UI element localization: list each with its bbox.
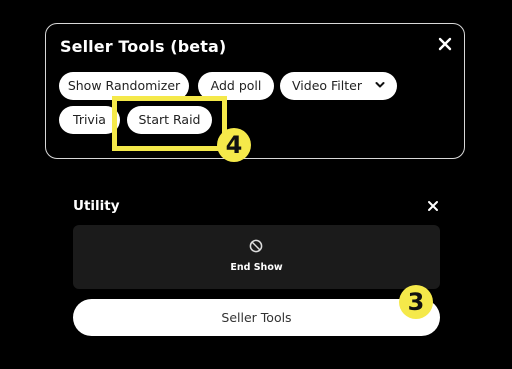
seller-tools-button[interactable]: Seller Tools [73,299,440,336]
trivia-label: Trivia [73,112,106,127]
close-icon[interactable] [427,200,439,212]
chevron-down-icon [375,81,385,87]
show-randomizer-label: Show Randomizer [67,78,181,93]
seller-tools-button-label: Seller Tools [221,310,292,325]
seller-tools-title: Seller Tools (beta) [60,37,227,56]
utility-title: Utility [73,198,120,214]
start-raid-highlight [112,96,227,151]
video-filter-dropdown[interactable]: Video Filter [280,72,397,100]
add-poll-label: Add poll [210,78,262,93]
step-3-badge: 3 [399,285,433,319]
trivia-chip[interactable]: Trivia [59,106,120,134]
video-filter-label: Video Filter [292,78,362,93]
step-4-badge: 4 [217,128,251,162]
ban-icon [249,239,263,253]
page: Seller Tools (beta) Show Randomizer Add … [0,0,512,369]
close-icon[interactable] [437,36,453,52]
end-show-button[interactable]: End Show [73,225,440,289]
end-show-label: End Show [230,262,283,273]
